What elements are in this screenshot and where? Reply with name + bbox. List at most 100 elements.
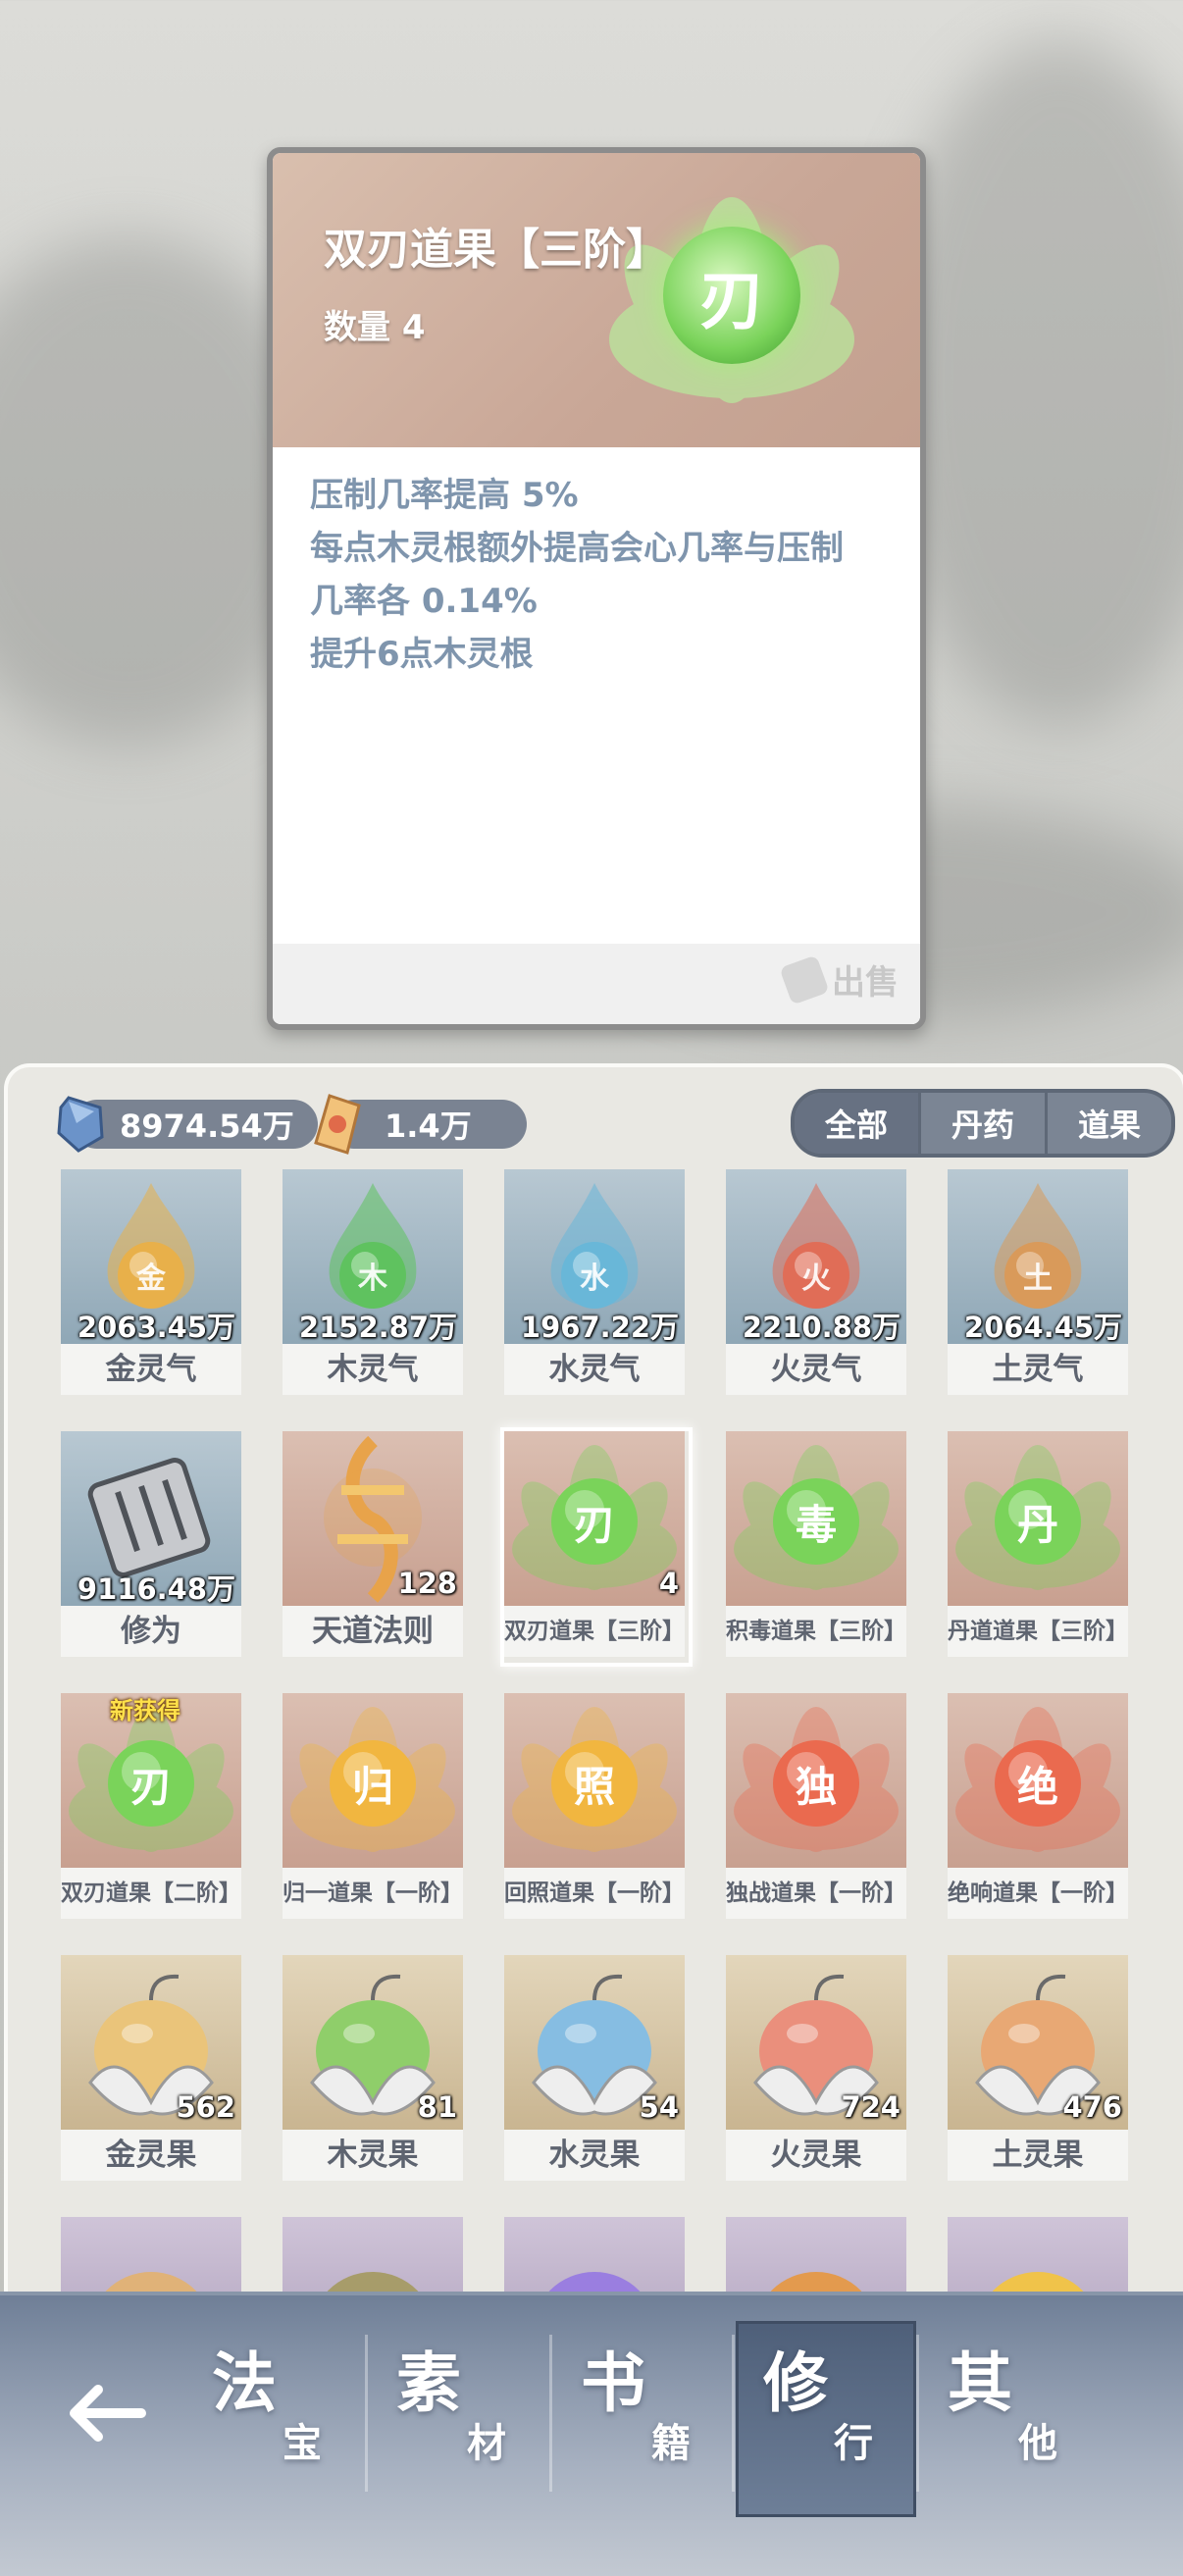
inventory-slot[interactable]: 81 木灵果 [283, 1955, 463, 2187]
item-count: 2063.45万 [77, 1311, 235, 1344]
inventory-slot[interactable]: 562 金灵果 [61, 1955, 241, 2187]
nav-tab-label: 其 [948, 2344, 1012, 2421]
nav-tab-materials[interactable]: 素材 [369, 2321, 549, 2517]
inventory-slot[interactable]: 刃 4 双刃道果【三阶】 [500, 1427, 693, 1667]
item-name: 绝响道果【一阶】 [948, 1868, 1128, 1919]
sell-label: 出售 [832, 963, 899, 1003]
nav-tab-other[interactable]: 其他 [920, 2321, 1101, 2517]
item-name: 双刃道果【二阶】 [61, 1868, 241, 1919]
nav-tab-treasure[interactable]: 法宝 [184, 2321, 365, 2517]
item-glyph: 绝 [1016, 1762, 1058, 1811]
item-name: 火灵气 [726, 1344, 906, 1395]
nav-tab-label: 法 [212, 2344, 277, 2421]
item-glyph: 金 [136, 1262, 166, 1296]
inventory-slot[interactable]: 木 2152.87万 木灵气 [283, 1169, 463, 1401]
spirit-stone-value: 8974.54万 [73, 1100, 318, 1149]
item-name: 丹道道果【三阶】 [948, 1606, 1128, 1657]
nav-tab-sublabel: 宝 [283, 2420, 322, 2466]
item-count: 9116.48万 [77, 1572, 235, 1606]
filter-tab-dao-fruit[interactable]: 道果 [1048, 1093, 1171, 1154]
filter-tabs: 全部 丹药 道果 [791, 1089, 1175, 1158]
nav-tab-cultivation[interactable]: 修行 [736, 2321, 916, 2517]
inventory-slot[interactable]: 照回照道果【一阶】 [504, 1693, 685, 1925]
inventory-slot[interactable]: 476 土灵果 [948, 1955, 1128, 2187]
filter-tab-pills[interactable]: 丹药 [921, 1093, 1048, 1154]
item-count: 81 [417, 2090, 457, 2124]
item-name: 水灵果 [504, 2130, 685, 2181]
inventory-slot[interactable]: 丹丹道道果【三阶】 [948, 1431, 1128, 1663]
description-line: 提升6点木灵根 [310, 635, 534, 674]
item-name: 归一道果【一阶】 [283, 1868, 463, 1919]
arrow-left-icon[interactable] [59, 2366, 153, 2460]
item-glyph: 照 [573, 1762, 615, 1811]
item-count: 724 [841, 2090, 900, 2124]
nav-tab-label: 素 [396, 2344, 461, 2421]
item-glyph: 水 [580, 1262, 609, 1296]
item-name: 土灵果 [948, 2130, 1128, 2181]
item-count: 54 [639, 2090, 679, 2124]
filter-tab-all[interactable]: 全部 [795, 1093, 921, 1154]
item-count: 2064.45万 [963, 1311, 1122, 1344]
item-name: 金灵气 [61, 1344, 241, 1395]
item-count: 4 [658, 1567, 679, 1600]
item-count: 2210.88万 [742, 1311, 900, 1344]
item-quantity: 数量 4 [324, 308, 426, 347]
inventory-slot[interactable]: 土 2064.45万 土灵气 [948, 1169, 1128, 1401]
item-count: 1967.22万 [520, 1311, 679, 1344]
item-name: 水灵气 [504, 1344, 685, 1395]
nav-tab-books[interactable]: 书籍 [553, 2321, 734, 2517]
item-glyph: 独 [795, 1762, 837, 1811]
inventory-slot[interactable]: 金 2063.45万 金灵气 [61, 1169, 241, 1401]
item-name: 积毒道果【三阶】 [726, 1606, 906, 1657]
inventory-slot[interactable]: 724 火灵果 [726, 1955, 906, 2187]
inventory-slot[interactable]: 独独战道果【一阶】 [726, 1693, 906, 1925]
item-detail-footer: 出售 [273, 944, 920, 1024]
nav-separator [365, 2335, 368, 2492]
nav-separator [732, 2335, 735, 2492]
item-name: 独战道果【一阶】 [726, 1868, 906, 1919]
spirit-stone-icon [57, 1096, 104, 1153]
item-name: 木灵果 [283, 2130, 463, 2181]
item-name: 土灵气 [948, 1344, 1128, 1395]
item-count: 128 [397, 1567, 457, 1600]
item-glyph: 刃 [129, 1762, 172, 1811]
description-line: 压制几率提高 5% [310, 476, 579, 515]
item-name: 火灵果 [726, 2130, 906, 2181]
item-detail-header: 刃 双刃道果【三阶】 数量 4 [273, 153, 920, 447]
item-description: 压制几率提高 5% 每点木灵根额外提高会心几率与压制 几率各 0.14% 提升6点木灵… [310, 469, 899, 681]
nav-separator [549, 2335, 552, 2492]
item-count: 2152.87万 [298, 1311, 457, 1344]
item-name: 木灵气 [283, 1344, 463, 1395]
nav-tab-sublabel: 行 [834, 2420, 873, 2466]
inventory-slot[interactable]: 毒积毒道果【三阶】 [726, 1431, 906, 1663]
orb-icon [504, 1431, 685, 1606]
sell-icon [779, 953, 830, 1005]
nav-tab-sublabel: 材 [467, 2420, 506, 2466]
item-count: 562 [176, 2090, 235, 2124]
inventory-slot[interactable]: 水 1967.22万 水灵气 [504, 1169, 685, 1401]
talisman-icon [314, 1094, 361, 1155]
inventory-slot[interactable]: 54 水灵果 [504, 1955, 685, 2187]
item-count: 476 [1062, 2090, 1122, 2124]
item-name: 修为 [61, 1606, 241, 1657]
item-name: 双刃道果【三阶】 [504, 1606, 685, 1657]
description-line: 每点木灵根额外提高会心几率与压制 [310, 529, 844, 568]
nav-tab-sublabel: 他 [1018, 2420, 1057, 2466]
currency-talisman: 1.4万 [312, 1094, 527, 1155]
item-glyph: 归 [351, 1762, 393, 1811]
inventory-slot[interactable]: 刃 新获得双刃道果【二阶】 [61, 1693, 241, 1925]
new-badge: 新获得 [110, 1697, 180, 1725]
bottom-nav: 法宝素材书籍修行其他 [0, 2292, 1183, 2576]
item-detail-card: 刃 双刃道果【三阶】 数量 4 压制几率提高 5% 每点木灵根额外提高会心几率与压… [267, 147, 926, 1030]
item-title: 双刃道果【三阶】 [324, 225, 669, 275]
inventory-slot[interactable]: 128 天道法则 [283, 1431, 463, 1663]
description-line: 几率各 0.14% [310, 582, 538, 621]
inventory-slot[interactable]: 绝绝响道果【一阶】 [948, 1693, 1128, 1925]
inventory-slot[interactable]: 9116.48万 修为 [61, 1431, 241, 1663]
inventory-slot[interactable]: 归归一道果【一阶】 [283, 1693, 463, 1925]
nav-tab-sublabel: 籍 [651, 2420, 691, 2466]
inventory-slot[interactable]: 火 2210.88万 火灵气 [726, 1169, 906, 1401]
item-name: 天道法则 [283, 1606, 463, 1657]
orb-glyph: 刃 [663, 227, 800, 364]
sell-button[interactable]: 出售 [779, 953, 899, 1005]
